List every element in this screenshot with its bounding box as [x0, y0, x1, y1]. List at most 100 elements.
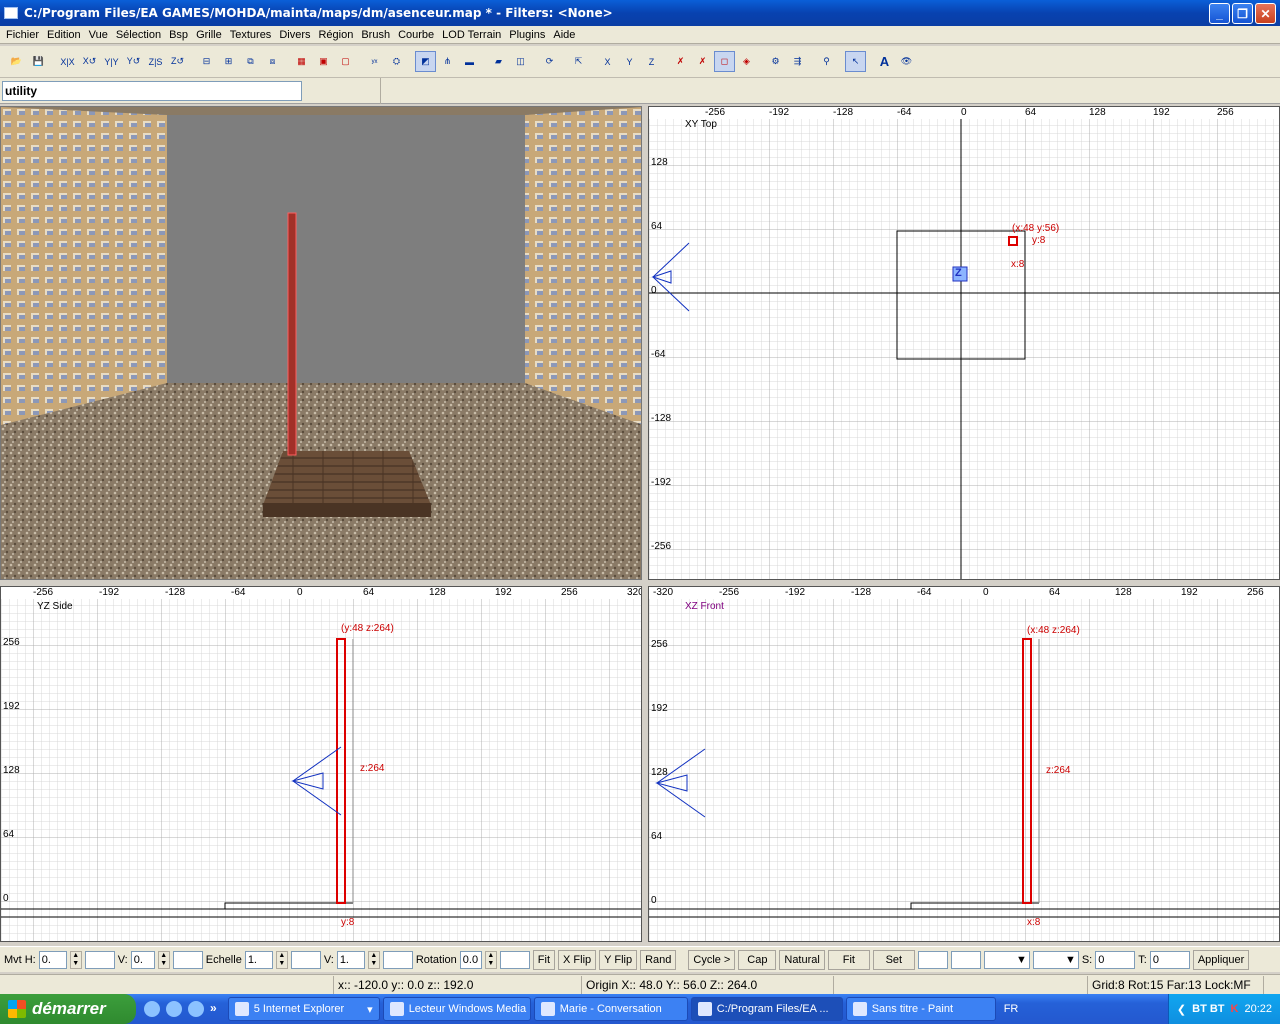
rotation-field[interactable]: 0.0	[459, 950, 482, 969]
rand-button[interactable]: Rand	[640, 949, 677, 970]
scale-h-step-field[interactable]	[290, 950, 321, 969]
hide-model-icon[interactable]: ✗	[670, 51, 691, 72]
patch-select-1[interactable]: ▼	[983, 950, 1030, 969]
task-conversation[interactable]: Marie - Conversation	[533, 997, 688, 1021]
desktop-icon[interactable]	[144, 1001, 160, 1017]
axis-z-icon[interactable]: Z	[641, 51, 662, 72]
v-step-field[interactable]	[172, 950, 203, 969]
menu-fichier[interactable]: Fichier	[2, 29, 43, 41]
h-shift-field[interactable]: 0.	[38, 950, 67, 969]
rotate-z-icon[interactable]: Z↺	[167, 51, 188, 72]
flip-y-icon[interactable]: Y|Y	[101, 51, 122, 72]
yz-side-view[interactable]: -256 -192 -128 -64 0 64 128 192 256 320 256 192 128…	[0, 586, 642, 942]
csg-subtract-icon[interactable]: ⊟	[196, 51, 217, 72]
s-field[interactable]: 0	[1095, 950, 1136, 969]
menu-courbe[interactable]: Courbe	[394, 29, 438, 41]
xflip-button[interactable]: X Flip	[558, 949, 597, 970]
axis-y-icon[interactable]: Y	[619, 51, 640, 72]
region-icon[interactable]: ▣	[313, 51, 334, 72]
menu-vue[interactable]: Vue	[85, 29, 112, 41]
scale-v-step-field[interactable]	[382, 950, 413, 969]
xz-front-view[interactable]: -320 -256 -192 -128 -64 0 64 128 192 256 256 192 12…	[648, 586, 1280, 942]
csg-merge-icon[interactable]: ⊞	[218, 51, 239, 72]
filter-input[interactable]	[2, 81, 302, 101]
antivirus-icon[interactable]: K	[1231, 1003, 1239, 1015]
vertex-icon[interactable]: ⋔	[437, 51, 458, 72]
filter-off-icon[interactable]: ◈	[736, 51, 757, 72]
h-shift-spinner[interactable]: ▲ ▼	[69, 950, 82, 969]
refresh-icon[interactable]: ⟳	[539, 51, 560, 72]
menu-edition[interactable]: Edition	[43, 29, 85, 41]
menu-lod-terrain[interactable]: LOD Terrain	[438, 29, 505, 41]
scale-h-spinner[interactable]: ▲ ▼	[275, 950, 288, 969]
selected-brush[interactable]	[287, 212, 297, 456]
tray-bt-icons[interactable]: BT BT	[1192, 1003, 1224, 1015]
patch-h-field[interactable]	[950, 950, 981, 969]
menu-selection[interactable]: Sélection	[112, 29, 165, 41]
menu-brush[interactable]: Brush	[357, 29, 394, 41]
texture-icon[interactable]: ⛭	[386, 51, 407, 72]
grid-icon[interactable]: ▦	[291, 51, 312, 72]
yflip-button[interactable]: Y Flip	[599, 949, 638, 970]
font-icon[interactable]: A	[874, 51, 895, 72]
measure-icon[interactable]: ▬	[459, 51, 480, 72]
apply-button[interactable]: Appliquer	[1192, 949, 1250, 970]
rotation-step-field[interactable]	[499, 950, 530, 969]
t-field[interactable]: 0	[1149, 950, 1190, 969]
close-button[interactable]: ✕	[1255, 3, 1276, 24]
start-button[interactable]: démarrer	[0, 994, 136, 1024]
scale-h-field[interactable]: 1.	[244, 950, 273, 969]
menu-grille[interactable]: Grille	[192, 29, 226, 41]
media-player-icon[interactable]	[188, 1001, 204, 1017]
patch-w-field[interactable]	[917, 950, 948, 969]
minimize-button[interactable]: _	[1209, 3, 1230, 24]
language-indicator[interactable]: FR	[1004, 1003, 1019, 1015]
axis-x-icon[interactable]: X	[597, 51, 618, 72]
task-media-player[interactable]: Lecteur Windows Media	[382, 997, 531, 1021]
open-icon[interactable]: 📂	[6, 51, 27, 72]
plugin-icon[interactable]: ⚲	[816, 51, 837, 72]
menu-textures[interactable]: Textures	[226, 29, 276, 41]
save-icon[interactable]: 💾	[28, 51, 49, 72]
patch-icon[interactable]: ◫	[510, 51, 531, 72]
flip-z-icon[interactable]: Z|S	[145, 51, 166, 72]
camera-icon[interactable]: ◩	[415, 51, 436, 72]
patch-select-2[interactable]: ▼	[1032, 950, 1079, 969]
clip-icon[interactable]: ⧈	[262, 51, 283, 72]
maximize-button[interactable]: ❐	[1232, 3, 1253, 24]
rotate-y-icon[interactable]: Y↺	[123, 51, 144, 72]
fit-patch-button[interactable]: Fit	[827, 949, 870, 970]
v-shift-field[interactable]: 0.	[130, 950, 155, 969]
scale-v-spinner[interactable]: ▲ ▼	[367, 950, 380, 969]
hide-brush-icon[interactable]: ✗	[692, 51, 713, 72]
fit-button[interactable]: Fit	[532, 949, 556, 970]
camera-view[interactable]	[0, 106, 642, 580]
task-internet-explorer[interactable]: 5 Internet Explorer ▾	[227, 997, 380, 1021]
menu-plugins[interactable]: Plugins	[505, 29, 549, 41]
script-icon[interactable]: ⚙	[765, 51, 786, 72]
rotate-x-icon[interactable]: X↺	[79, 51, 100, 72]
select-box-icon[interactable]: ▢	[335, 51, 356, 72]
menu-bsp[interactable]: Bsp	[165, 29, 192, 41]
cap-button[interactable]: Cap	[738, 949, 777, 970]
path-icon[interactable]: ⇶	[787, 51, 808, 72]
change-view-icon[interactable]: ʸˣ	[364, 51, 385, 72]
h-step-field[interactable]	[84, 950, 115, 969]
eye-icon[interactable]: 👁	[896, 51, 917, 72]
set-button[interactable]: Set	[872, 949, 915, 970]
flip-x-icon[interactable]: X|X	[57, 51, 78, 72]
task-radiant[interactable]: C:/Program Files/EA ...	[690, 997, 843, 1021]
xy-top-view[interactable]: -256 -192 -128 -64 0 64 128 192 256 128 64 0 -64 -12…	[648, 106, 1280, 580]
rotation-spinner[interactable]: ▲ ▼	[484, 950, 497, 969]
entity-icon[interactable]: ▰	[488, 51, 509, 72]
ie-icon[interactable]	[166, 1001, 182, 1017]
tray-arrow-icon[interactable]: ❮	[1177, 1003, 1186, 1016]
scale-icon[interactable]: ⇱	[568, 51, 589, 72]
menu-divers[interactable]: Divers	[275, 29, 314, 41]
hollow-icon[interactable]: ⧉	[240, 51, 261, 72]
menu-aide[interactable]: Aide	[549, 29, 579, 41]
natural-button[interactable]: Natural	[779, 949, 825, 970]
cycle-button[interactable]: Cycle >	[688, 949, 736, 970]
filter-on-icon[interactable]: ◻	[714, 51, 735, 72]
scale-v-field[interactable]: 1.	[336, 950, 365, 969]
